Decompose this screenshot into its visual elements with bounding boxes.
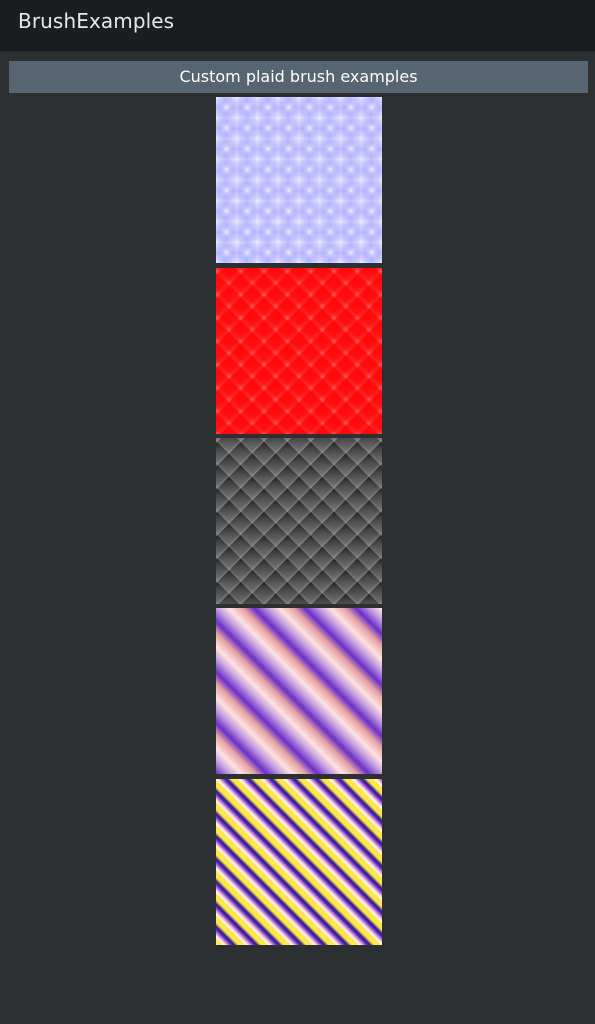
brush-swatch-yellow-lattice [216, 779, 382, 945]
brush-swatch-purple-diagonal [216, 608, 382, 774]
app-title: BrushExamples [18, 9, 175, 33]
app-bar: BrushExamples [0, 0, 595, 52]
brush-swatch-red-quilted [216, 268, 382, 434]
section-header-text: Custom plaid brush examples [179, 67, 418, 86]
brush-swatch-dark-quilted [216, 438, 382, 604]
section-header: Custom plaid brush examples [9, 61, 588, 93]
brush-swatch-blue-plaid [216, 97, 382, 263]
